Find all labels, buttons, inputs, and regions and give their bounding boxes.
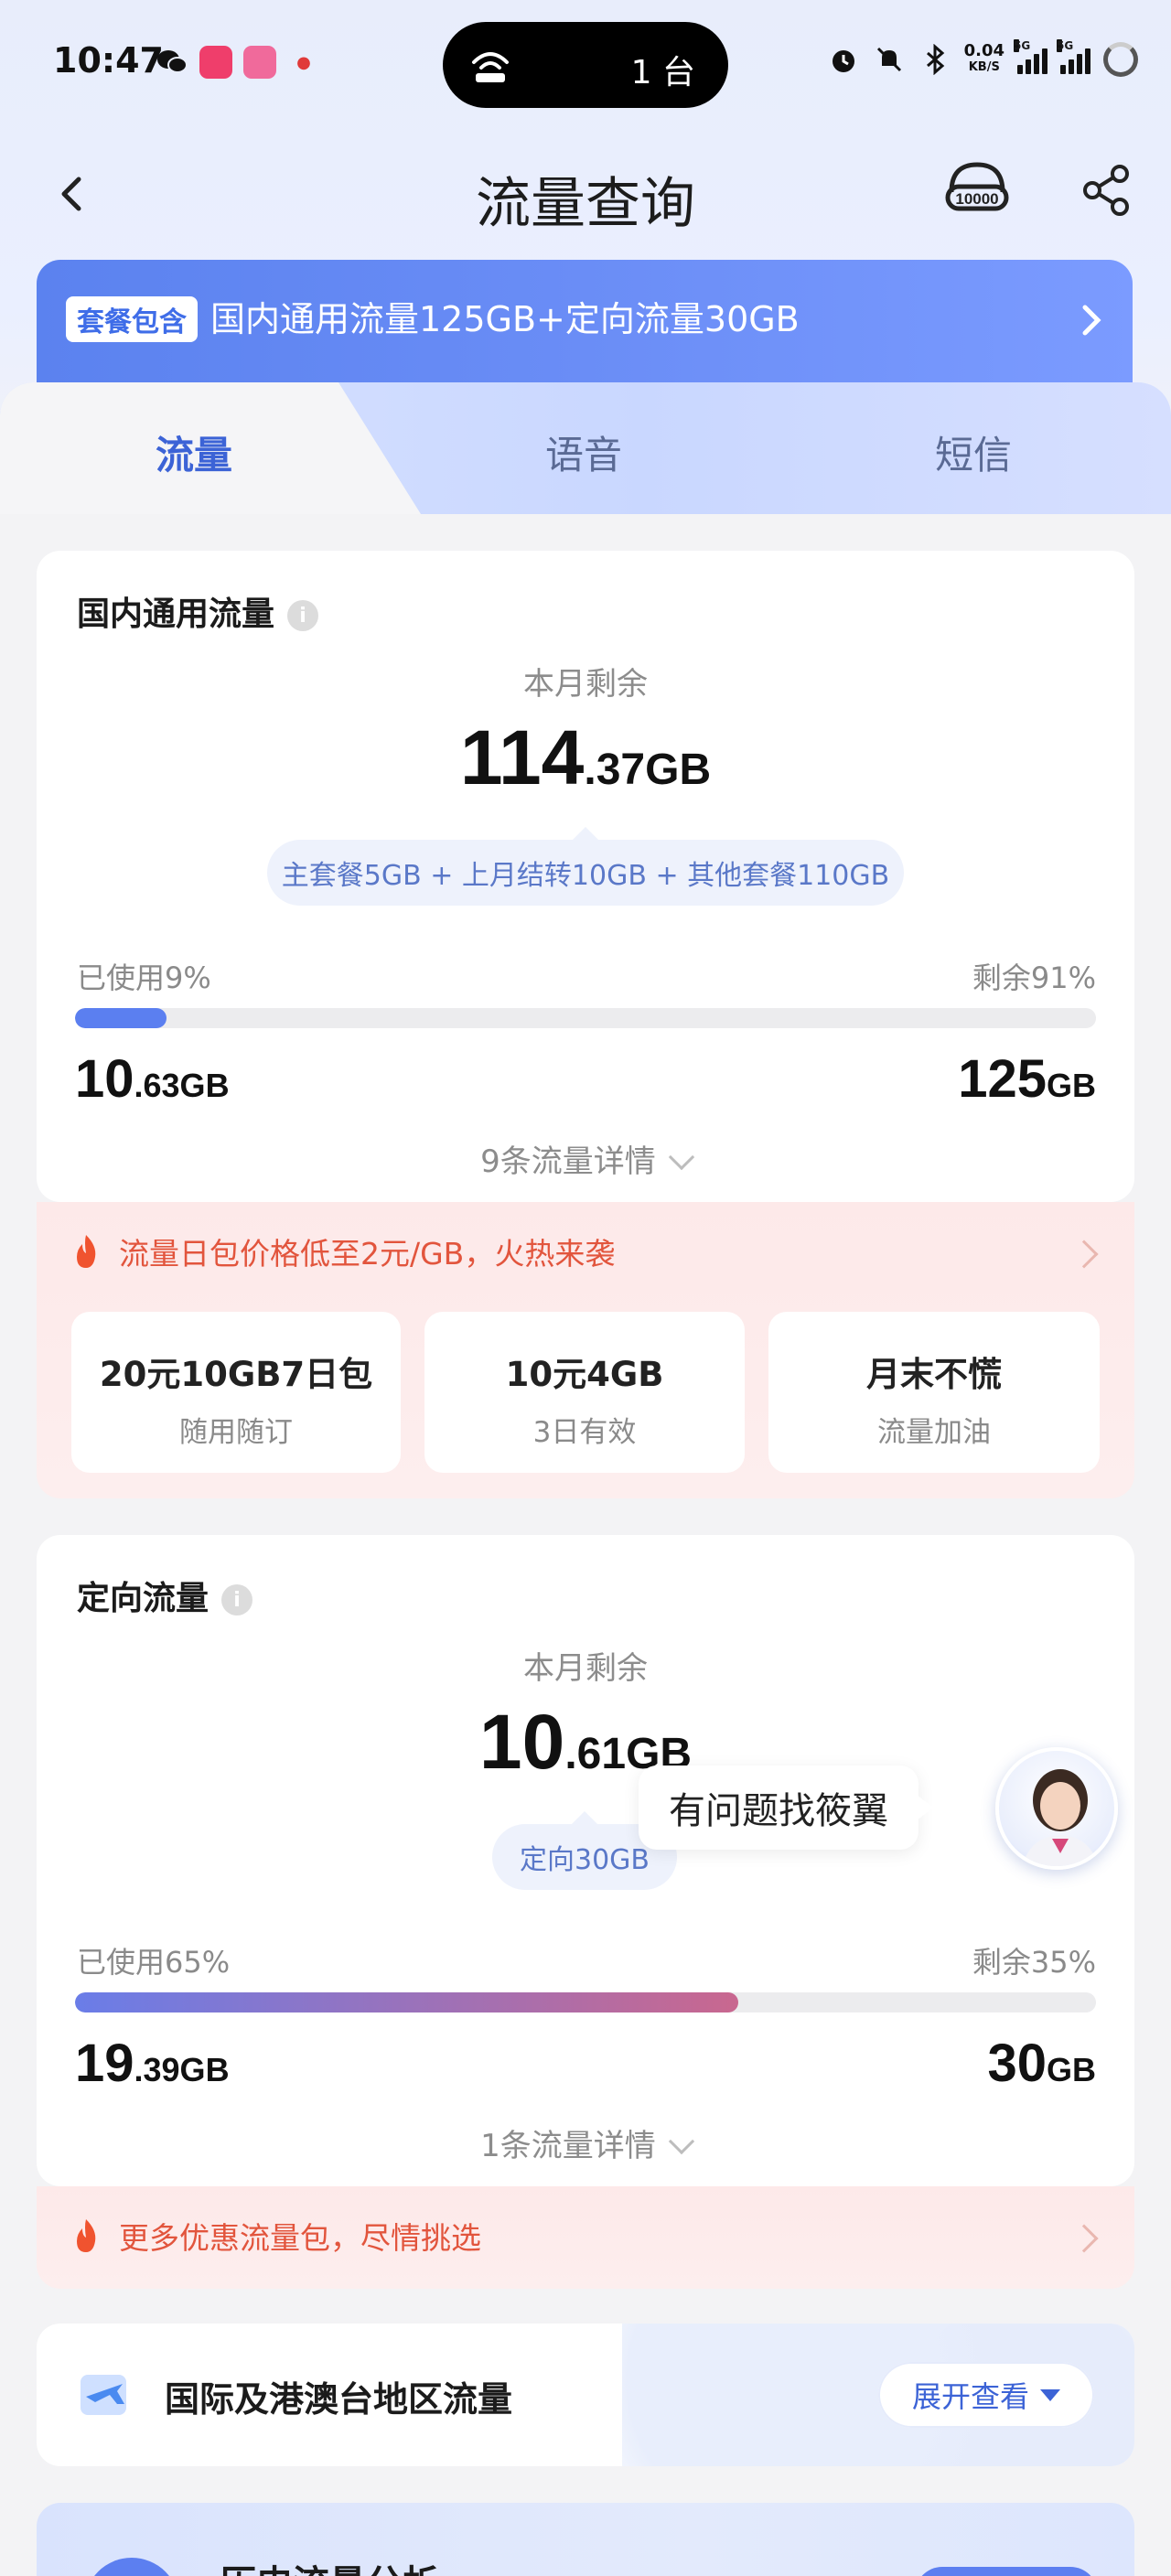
remain-label: 本月剩余 [523, 666, 648, 703]
nav-header: 流量查询 10000 [0, 146, 1171, 247]
caret-down-icon [1040, 2388, 1060, 2401]
assistant-bubble[interactable]: 有问题找筱翼 [639, 1766, 933, 1850]
general-promo-section: 流量日包价格低至2元/GB，火热来袭 20元10GB7日包 随用随订 10元4G… [37, 1202, 1134, 1498]
more-packs-promo: 更多优惠流量包，尽情挑选 [70, 2214, 481, 2258]
general-usage-bar [75, 1008, 1096, 1028]
directed-used-amount: 19.39GB [75, 2034, 230, 2093]
shopping-app-icon [199, 46, 232, 79]
chevron-right-icon [1069, 2224, 1099, 2253]
hotspot-icon [472, 52, 509, 82]
offer-subtitle: 流量加油 [877, 1416, 991, 1449]
general-usage-bar-fill [75, 1008, 167, 1028]
history-title: 历史流量分析 [220, 2554, 439, 2576]
network-speed: 0.04 KB/S [963, 41, 1004, 75]
svg-text:10000: 10000 [955, 190, 998, 208]
alarm-icon [827, 43, 860, 76]
offer-card-1[interactable]: 20元10GB7日包 随用随订 [71, 1312, 401, 1473]
notification-icons: ● [156, 46, 320, 79]
wechat-icon [156, 46, 188, 79]
general-used-percent: 已使用9% [77, 961, 211, 995]
general-breakdown: 主套餐5GB + 上月结转10GB + 其他套餐110GB [267, 827, 904, 906]
directed-usage-bar [75, 1992, 1096, 2012]
status-time: 10:47 [53, 40, 164, 80]
tab-sms[interactable]: 短信 [935, 424, 1012, 480]
assistant-avatar[interactable] [995, 1747, 1118, 1870]
directed-data-title: 定向流量 i [77, 1572, 253, 1619]
directed-remaining-amount: 10.61GB [478, 1699, 693, 1785]
signal-5g-icon: 5G [1014, 39, 1047, 74]
history-analysis-card[interactable]: 历史流量分析 [37, 2503, 1134, 2576]
offer-subtitle: 随用随订 [179, 1416, 293, 1449]
directed-total-amount: 30GB [987, 2034, 1096, 2093]
status-bar: 10:47 ● 1 台 0.04 KB/S 5G 5G [0, 0, 1171, 128]
battery-icon [1103, 42, 1138, 77]
bluetooth-icon [919, 43, 951, 76]
general-data-card: 国内通用流量 i 本月剩余 114.37GB 主套餐5GB + 上月结转10GB … [37, 551, 1134, 1202]
directed-data-card: 定向流量 i 本月剩余 10.61GB 定向30GB 已使用65% 剩余35% 1… [37, 1535, 1134, 2186]
news-app-icon: ● [296, 52, 311, 72]
usage-type-tabs: 流量 语音 短信 [0, 382, 1171, 514]
package-badge: 套餐包含 [66, 296, 198, 342]
status-indicators: 0.04 KB/S 5G 5G [827, 39, 1138, 77]
customer-service-10000-icon[interactable]: 10000 [942, 156, 1012, 225]
remain-label: 本月剩余 [523, 1650, 648, 1687]
airplane-icon [81, 2375, 126, 2415]
connected-devices-count: 1 台 [630, 54, 695, 91]
general-total-amount: 125GB [958, 1049, 1096, 1109]
info-icon[interactable]: i [287, 600, 319, 631]
package-summary-banner[interactable]: 套餐包含 国内通用流量125GB+定向流量30GB [37, 260, 1133, 388]
general-data-title: 国内通用流量 i [77, 587, 319, 635]
mute-icon [873, 43, 906, 76]
offer-subtitle: 3日有效 [532, 1416, 637, 1449]
package-summary-text: 国内通用流量125GB+定向流量30GB [210, 299, 800, 339]
international-data-title: 国际及港澳台地区流量 [165, 2379, 513, 2420]
bilibili-icon [243, 46, 276, 79]
offer-title: 月末不慌 [866, 1355, 1002, 1394]
tab-data[interactable]: 流量 [156, 424, 232, 480]
directed-used-percent: 已使用65% [77, 1945, 231, 1980]
general-detail-link[interactable]: 9条流量详情 [37, 1136, 1134, 1181]
offer-card-3[interactable]: 月末不慌 流量加油 [768, 1312, 1100, 1473]
general-used-amount: 10.63GB [75, 1049, 230, 1109]
info-icon[interactable]: i [221, 1584, 253, 1615]
directed-left-percent: 剩余35% [972, 1945, 1096, 1980]
offer-title: 10元4GB [505, 1355, 664, 1394]
signal-5g-secondary-icon: 5G [1057, 39, 1090, 74]
fire-icon [77, 2219, 96, 2252]
history-icon [84, 2558, 179, 2576]
daily-pack-promo[interactable]: 流量日包价格低至2元/GB，火热来袭 [70, 1229, 615, 1273]
share-icon[interactable] [1080, 163, 1134, 218]
directed-detail-link[interactable]: 1条流量详情 [37, 2120, 1134, 2165]
history-button[interactable] [915, 2567, 1098, 2576]
directed-usage-bar-fill [75, 1992, 739, 2012]
fire-icon [77, 1235, 96, 1268]
general-remaining-amount: 114.37GB [459, 714, 712, 800]
offer-title: 20元10GB7日包 [99, 1355, 373, 1394]
chevron-right-icon [1082, 305, 1101, 336]
dynamic-island[interactable]: 1 台 [443, 22, 728, 108]
chevron-down-icon [668, 2128, 694, 2155]
tab-voice[interactable]: 语音 [545, 424, 622, 480]
expand-button[interactable]: 展开查看 [878, 2362, 1094, 2428]
chevron-right-icon [1069, 1240, 1099, 1269]
offer-card-2[interactable]: 10元4GB 3日有效 [424, 1312, 745, 1473]
international-data-card: 国际及港澳台地区流量 展开查看 [37, 2324, 1134, 2466]
chevron-down-icon [668, 1143, 694, 1171]
directed-promo-section[interactable]: 更多优惠流量包，尽情挑选 [37, 2186, 1134, 2289]
general-left-percent: 剩余91% [972, 961, 1096, 995]
